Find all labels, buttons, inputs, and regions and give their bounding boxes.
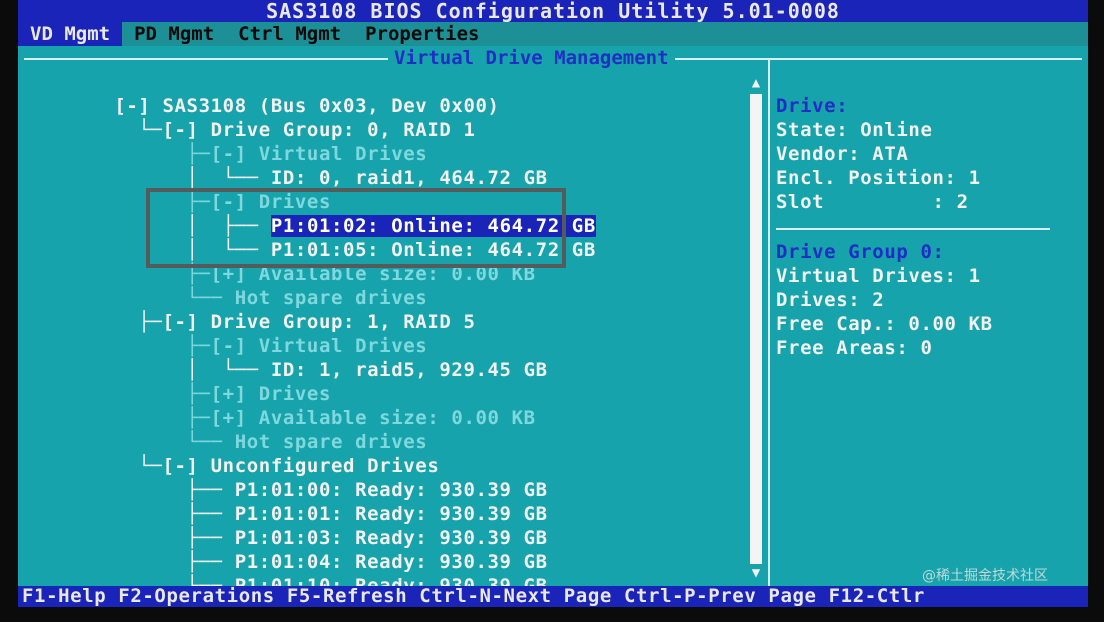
tree-drive-group-1[interactable]: ├─[-] Drive Group: 1, RAID 5	[18, 286, 475, 333]
main-panel: Virtual Drive Management [-] SAS3108 (Bu…	[18, 46, 1088, 597]
scroll-down-arrow-icon[interactable]: ▼	[749, 566, 763, 580]
panel-title: Virtual Drive Management	[388, 46, 675, 70]
tree-drive-p1-01-01[interactable]: ├── P1:01:01: Ready: 930.39 GB	[18, 478, 548, 525]
info-slot: Slot : 2	[776, 191, 969, 213]
tree-vd-0[interactable]: │ └── ID: 0, raid1, 464.72 GB	[18, 142, 548, 189]
tree-scrollbar[interactable]: ▲ ▼	[749, 76, 763, 582]
watermark: @稀土掘金技术社区	[922, 568, 1048, 584]
selection-box	[146, 188, 566, 268]
tab-ctrl-mgmt[interactable]: Ctrl Mgmt	[226, 22, 353, 46]
tree-drive-p1-01-10[interactable]: ├── P1:01:10: Ready: 930.39 GB	[18, 550, 548, 597]
info-separator	[776, 228, 1050, 230]
info-vendor: Vendor: ATA	[776, 143, 909, 165]
tab-properties[interactable]: Properties	[353, 22, 491, 46]
scroll-track[interactable]	[750, 94, 762, 564]
info-free-areas: Free Areas: 0	[776, 337, 933, 359]
drive-tree: [-] SAS3108 (Bus 0x03, Dev 0x00) └─[-] D…	[18, 68, 758, 597]
tab-vd-mgmt[interactable]: VD Mgmt	[18, 22, 123, 46]
info-drives: Drives: 2	[776, 289, 885, 311]
scroll-up-arrow-icon[interactable]: ▲	[749, 76, 763, 90]
menu-bar: VD Mgmt PD Mgmt Ctrl Mgmt Properties	[18, 22, 1088, 46]
tree-dg1-virtual-drives[interactable]: ├─[-] Virtual Drives	[18, 310, 427, 357]
tree-dg0-virtual-drives[interactable]: ├─[-] Virtual Drives	[18, 118, 427, 165]
tree-drive-p1-01-00[interactable]: ├── P1:01:00: Ready: 930.39 GB	[18, 454, 548, 501]
info-drive-group-heading: Drive Group 0:	[776, 241, 945, 263]
tree-dg1-drives[interactable]: ├─[+] Drives	[18, 358, 331, 405]
info-virtual-drives: Virtual Drives: 1	[776, 265, 981, 287]
tree-dg1-available-size[interactable]: ├─[+] Available size: 0.00 KB	[18, 382, 536, 429]
tree-drive-p1-01-03[interactable]: ├── P1:01:03: Ready: 930.39 GB	[18, 502, 548, 549]
tree-vd-1[interactable]: │ └── ID: 1, raid5, 929.45 GB	[18, 334, 548, 381]
info-encl-position: Encl. Position: 1	[776, 167, 981, 189]
window-title: SAS3108 BIOS Configuration Utility 5.01-…	[18, 0, 1088, 22]
info-drive-heading: Drive:	[776, 95, 849, 117]
tree-unconfigured-drives[interactable]: └─[-] Unconfigured Drives	[18, 430, 439, 477]
bios-screen: SAS3108 BIOS Configuration Utility 5.01-…	[0, 0, 1104, 607]
tree-controller[interactable]: [-] SAS3108 (Bus 0x03, Dev 0x00)	[18, 70, 500, 117]
panel-divider	[768, 60, 770, 586]
tree-drive-group-0[interactable]: └─[-] Drive Group: 0, RAID 1	[18, 94, 475, 141]
status-bar: F1-Help F2-Operations F5-Refresh Ctrl-N-…	[18, 586, 1088, 607]
tree-drive-p1-01-04[interactable]: ├── P1:01:04: Ready: 930.39 GB	[18, 526, 548, 573]
info-free-cap: Free Cap.: 0.00 KB	[776, 313, 993, 335]
tree-dg1-hot-spare[interactable]: └── Hot spare drives	[18, 406, 427, 453]
info-state: State: Online	[776, 119, 933, 141]
tree-dg0-drives[interactable]: ├─[-] Drives	[18, 166, 331, 213]
tab-pd-mgmt[interactable]: PD Mgmt	[122, 22, 226, 46]
